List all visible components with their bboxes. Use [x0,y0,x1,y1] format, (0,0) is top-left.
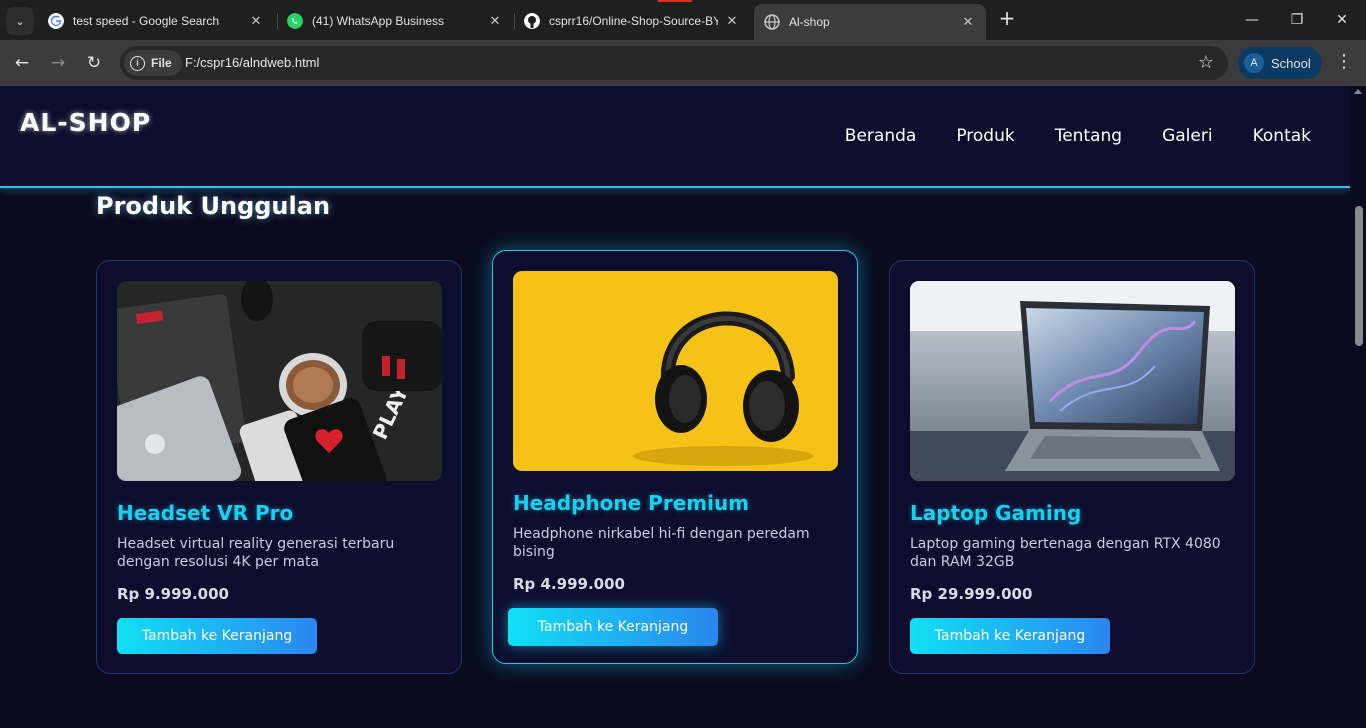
reload-icon[interactable]: ↻ [82,51,106,75]
nav-link-kontak[interactable]: Kontak [1253,126,1311,146]
product-image: PLAY [117,281,442,481]
tab-al-shop[interactable]: Al-shop ✕ [754,4,986,40]
add-to-cart-button[interactable]: Tambah ke Keranjang [508,608,718,646]
tab-strip: ⌄ test speed - Google Search ✕ (41) What… [0,0,1366,40]
url-text[interactable]: F:/cspr16/alndweb.html [185,55,319,70]
nav-link-tentang[interactable]: Tentang [1055,126,1122,146]
product-price: Rp 9.999.000 [117,585,229,603]
product-description: Headphone nirkabel hi-fi dengan peredam … [513,526,810,560]
tab-title: (41) WhatsApp Business [312,14,445,28]
product-name: Laptop Gaming [910,501,1082,525]
new-tab-button[interactable]: + [996,8,1018,30]
nav-link-produk[interactable]: Produk [956,126,1014,146]
back-arrow-icon[interactable]: ← [10,51,34,75]
product-image [910,281,1235,481]
site-logo[interactable]: AL-SHOP [20,108,151,137]
product-price: Rp 29.999.000 [910,585,1033,603]
more-menu-icon[interactable]: ⋮ [1334,51,1354,72]
page-scrollbar[interactable] [1350,86,1366,728]
product-price: Rp 4.999.000 [513,575,625,593]
profile-button[interactable]: A School [1238,47,1322,79]
address-bar[interactable]: i File F:/cspr16/alndweb.html ☆ [120,46,1228,80]
close-tab-icon[interactable]: ✕ [960,14,976,30]
headphones-illustration [513,271,838,471]
close-window-icon[interactable]: ✕ [1322,8,1362,32]
product-name: Headset VR Pro [117,501,294,525]
section-title: Produk Unggulan [96,192,331,220]
product-name: Headphone Premium [513,491,750,515]
product-card: PLAY Headset VR Pro Headset virtual real… [96,260,462,674]
recording-indicator [658,0,692,2]
tab-title: Al-shop [789,15,830,29]
tab-whatsapp[interactable]: (41) WhatsApp Business ✕ [277,6,513,36]
nav-link-beranda[interactable]: Beranda [845,126,917,146]
tab-google-search[interactable]: test speed - Google Search ✕ [38,6,274,36]
product-image [513,271,838,471]
close-tab-icon[interactable]: ✕ [724,13,740,29]
profile-name: School [1271,55,1311,71]
forward-arrow-icon[interactable]: → [46,51,70,75]
add-to-cart-button[interactable]: Tambah ke Keranjang [910,618,1110,654]
close-tab-icon[interactable]: ✕ [487,13,503,29]
avatar: A [1244,53,1264,73]
site-nav: Beranda Produk Tentang Galeri Kontak [845,126,1311,146]
product-description: Laptop gaming bertenaga dengan RTX 4080 … [910,536,1221,570]
tab-title: csprr16/Online-Shop-Source-BY [549,14,718,28]
tab-search-button[interactable]: ⌄ [6,7,34,35]
laptop-illustration [910,281,1235,481]
flatlay-illustration: PLAY [117,281,442,481]
scroll-thumb[interactable] [1355,206,1363,346]
restore-icon[interactable]: ❐ [1277,8,1317,32]
product-card-featured: Headphone Premium Headphone nirkabel hi-… [492,250,858,664]
google-icon [48,13,64,29]
tab-github[interactable]: csprr16/Online-Shop-Source-BY ✕ [514,6,750,36]
bookmark-star-icon[interactable]: ☆ [1198,52,1214,73]
globe-icon [764,14,780,30]
github-icon [524,13,540,29]
product-card: Laptop Gaming Laptop gaming bertenaga de… [889,260,1255,674]
scroll-up-arrow-icon[interactable] [1354,89,1362,94]
page-viewport: AL-SHOP Beranda Produk Tentang Galeri Ko… [0,86,1366,728]
file-label: File [151,56,172,70]
minimize-icon[interactable]: — [1232,8,1272,32]
whatsapp-icon [287,13,303,29]
add-to-cart-button[interactable]: Tambah ke Keranjang [117,618,317,654]
product-description: Headset virtual reality generasi terbaru… [117,536,395,570]
close-tab-icon[interactable]: ✕ [248,13,264,29]
nav-link-galeri[interactable]: Galeri [1162,126,1213,146]
site-info-chip[interactable]: i File [124,50,182,76]
site-header: AL-SHOP Beranda Produk Tentang Galeri Ko… [0,86,1350,188]
tab-title: test speed - Google Search [73,14,220,28]
info-icon: i [130,55,145,71]
browser-toolbar: ← → ↻ i File F:/cspr16/alndweb.html ☆ A … [0,40,1366,86]
